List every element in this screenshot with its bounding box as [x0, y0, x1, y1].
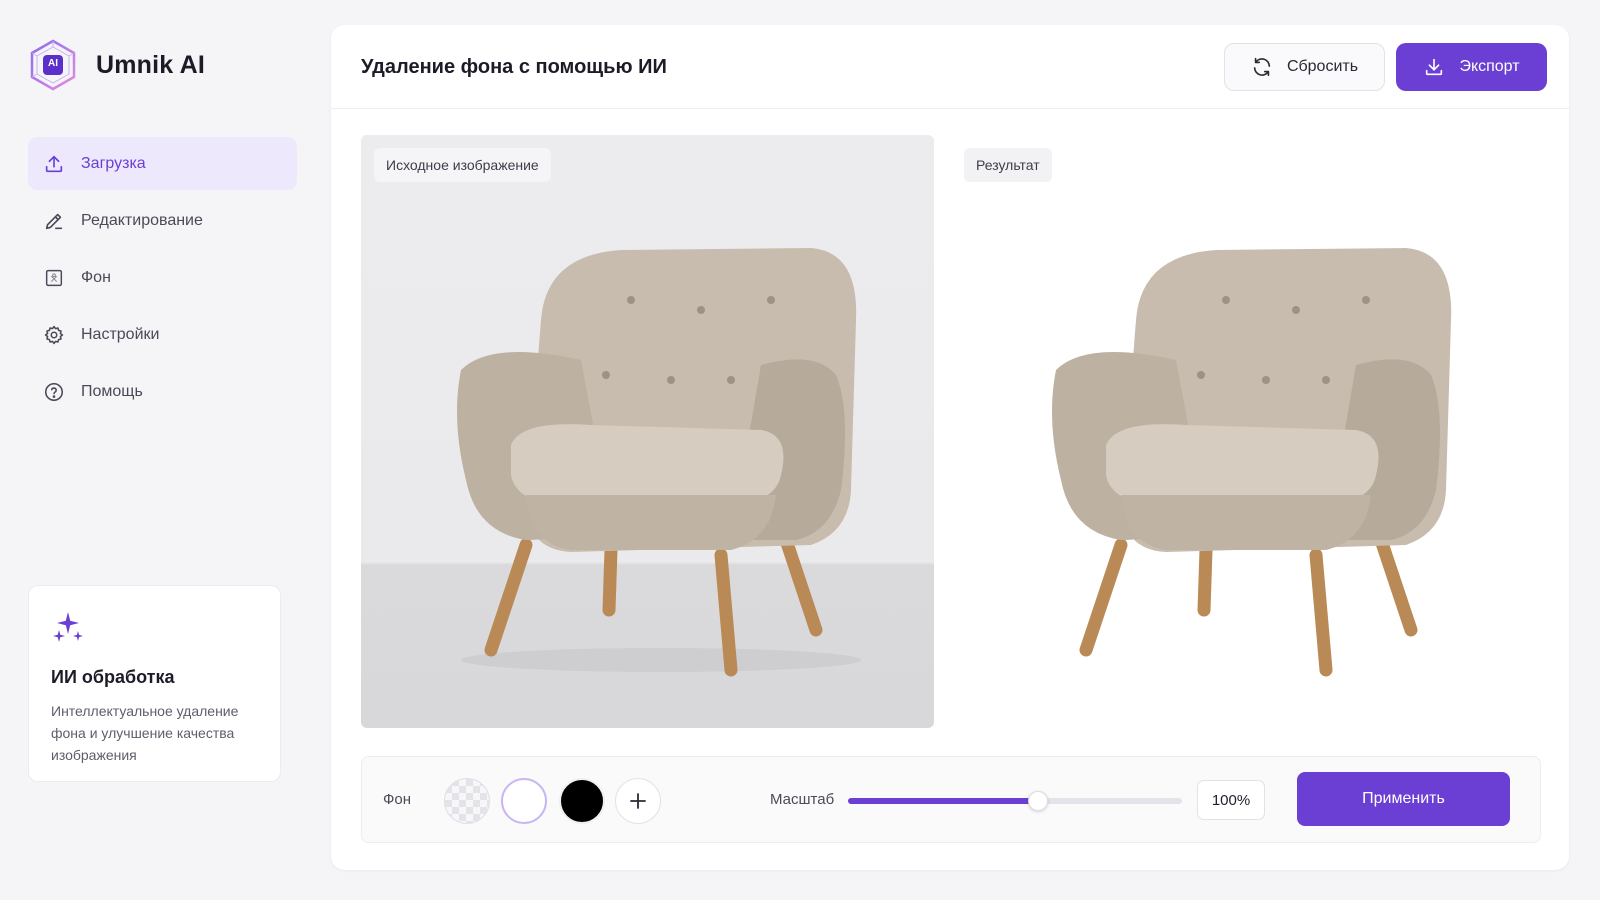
- scale-value[interactable]: 100%: [1197, 780, 1265, 820]
- plus-icon: [630, 793, 646, 809]
- sidebar-nav: Загрузка Редактирование Фон Настройки По…: [28, 137, 297, 422]
- sidebar-item-background[interactable]: Фон: [28, 251, 297, 304]
- result-image-panel: Результат: [951, 135, 1541, 728]
- add-color-button[interactable]: [615, 778, 661, 824]
- upload-icon: [45, 155, 63, 172]
- brain-chip-icon: AI: [26, 38, 80, 92]
- background-toolbar: Фон Масштаб 100% Применить: [361, 756, 1541, 843]
- main-panel: Удаление фона с помощью ИИ Сбросить Эксп…: [331, 25, 1569, 870]
- ai-card-title: ИИ обработка: [51, 667, 175, 687]
- source-image-label: Исходное изображение: [374, 148, 551, 182]
- ai-processing-card: ИИ обработка Интеллектуальное удаление ф…: [28, 585, 281, 782]
- sparkles-icon: [53, 612, 83, 642]
- sidebar-item-upload[interactable]: Загрузка: [28, 137, 297, 190]
- scale-label: Масштаб: [770, 791, 835, 808]
- download-icon: [1426, 58, 1443, 76]
- app-logo: AI Umnik AI: [26, 38, 205, 92]
- app-name: Umnik AI: [96, 50, 206, 79]
- background-label: Фон: [383, 791, 412, 808]
- sidebar-item-label: Загрузка: [81, 154, 146, 172]
- sidebar-item-label: Редактирование: [81, 211, 203, 229]
- pencil-icon: [45, 213, 63, 229]
- scale-slider-thumb[interactable]: [1028, 791, 1049, 811]
- sidebar-item-settings[interactable]: Настройки: [28, 308, 297, 361]
- swatch-transparent[interactable]: [444, 778, 490, 824]
- main-header: Удаление фона с помощью ИИ Сбросить Эксп…: [331, 25, 1569, 109]
- armchair-image: [457, 248, 861, 677]
- scale-slider[interactable]: [848, 791, 1182, 811]
- sidebar-item-label: Помощь: [81, 382, 143, 400]
- armchair-result-image: [1052, 248, 1452, 677]
- sidebar-item-label: Фон: [81, 268, 111, 286]
- apply-button[interactable]: Применить: [1297, 772, 1510, 826]
- swatch-black[interactable]: [559, 778, 605, 824]
- source-image-panel: Исходное изображение: [361, 135, 934, 728]
- sidebar-item-help[interactable]: Помощь: [28, 365, 297, 418]
- logo-badge: AI: [48, 58, 58, 69]
- export-button[interactable]: Экспорт: [1396, 43, 1547, 91]
- sidebar-item-label: Настройки: [81, 325, 160, 343]
- refresh-icon: [1253, 57, 1271, 77]
- result-image-label: Результат: [964, 148, 1052, 182]
- ai-card-text: Интеллектуальное удаление фона и улучшен…: [51, 703, 239, 763]
- sidebar-item-edit[interactable]: Редактирование: [28, 194, 297, 247]
- scale-slider-fill: [848, 798, 1039, 804]
- page-title: Удаление фона с помощью ИИ: [361, 56, 667, 78]
- reset-button[interactable]: Сбросить: [1224, 43, 1385, 91]
- swatch-white[interactable]: [501, 778, 547, 824]
- help-icon: [44, 382, 64, 401]
- gear-icon: [44, 325, 64, 344]
- reset-button-label: Сбросить: [1286, 58, 1359, 75]
- export-button-label: Экспорт: [1459, 58, 1520, 75]
- background-icon: [45, 269, 63, 286]
